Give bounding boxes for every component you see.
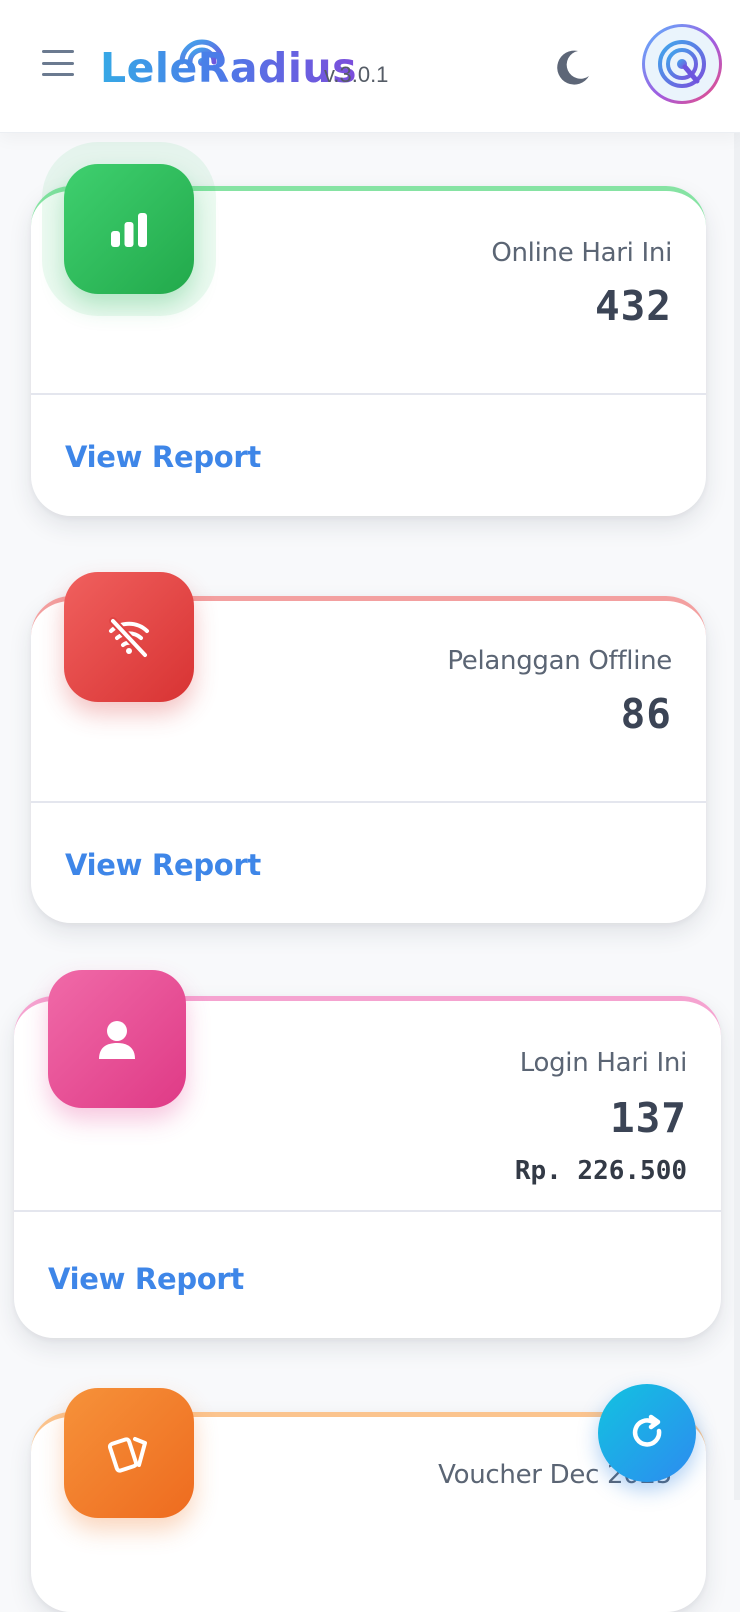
top-bar: LeleRadius v.3.0.1	[0, 0, 740, 133]
card-value: 137	[609, 1094, 687, 1142]
menu-icon[interactable]	[42, 50, 74, 76]
card-label: Pelanggan Offline	[447, 646, 672, 676]
moon-icon[interactable]	[552, 46, 594, 88]
app-logo[interactable]: LeleRadius v.3.0.1	[100, 32, 400, 92]
logo-text: LeleRadius	[100, 44, 358, 92]
refresh-button[interactable]	[598, 1384, 696, 1482]
voucher-cards-icon	[64, 1388, 194, 1518]
view-report-link[interactable]: View Report	[65, 440, 261, 474]
card-label: Login Hari Ini	[519, 1048, 688, 1078]
scrollbar-track[interactable]	[734, 133, 740, 1500]
user-icon	[48, 970, 186, 1108]
wifi-off-icon	[64, 572, 194, 702]
signal-bars-icon	[64, 164, 194, 294]
view-report-link[interactable]: View Report	[48, 1262, 244, 1296]
card-value: 432	[594, 282, 672, 330]
app-version: v.3.0.1	[324, 62, 389, 87]
card-label: Online Hari Ini	[491, 238, 672, 268]
card-sub-value: Rp. 226.500	[514, 1156, 687, 1186]
view-report-link[interactable]: View Report	[65, 848, 261, 882]
avatar[interactable]	[642, 24, 722, 104]
refresh-icon	[632, 1414, 662, 1447]
card-value: 86	[620, 690, 672, 738]
radius-logo-icon	[658, 40, 706, 88]
